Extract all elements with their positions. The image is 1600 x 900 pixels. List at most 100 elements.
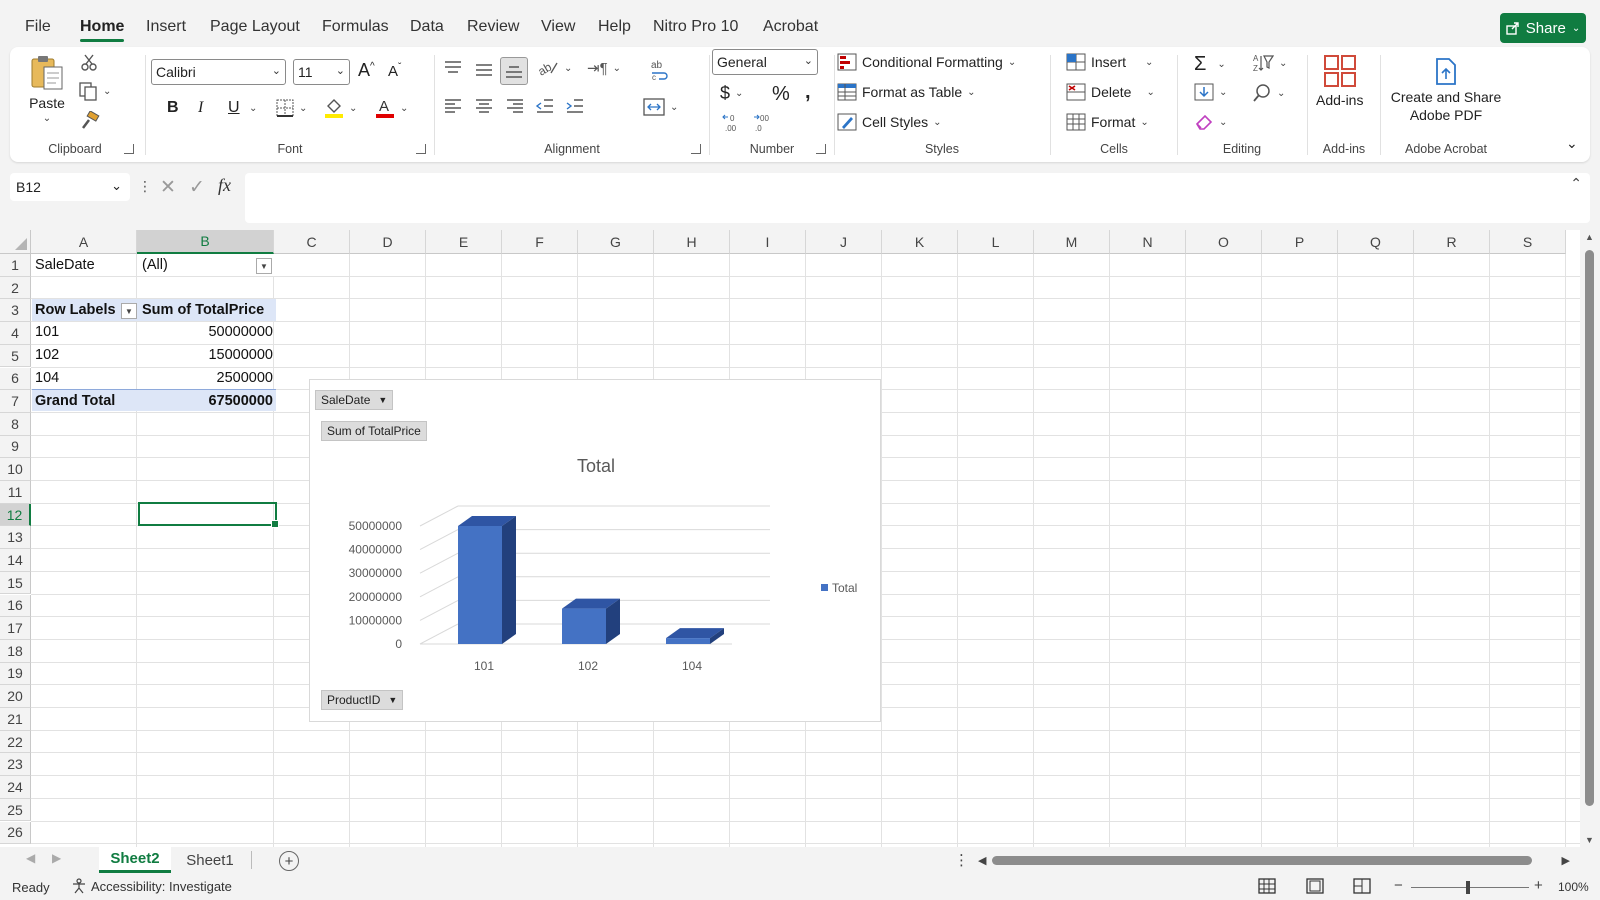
middle-align-button[interactable] — [474, 61, 494, 79]
row-header-10[interactable]: 10 — [0, 458, 31, 481]
column-header-s[interactable]: S — [1490, 230, 1566, 254]
decrease-indent-button[interactable] — [535, 98, 555, 114]
copy-button[interactable]: ⌄ — [78, 81, 111, 101]
cell-styles-button[interactable]: Cell Styles ⌄ — [837, 113, 942, 131]
sheet-tab-sheet2[interactable]: Sheet2 — [99, 847, 171, 873]
zoom-in-icon[interactable]: + — [1534, 877, 1543, 894]
row-header-4[interactable]: 4 — [0, 322, 31, 345]
row-header-19[interactable]: 19 — [0, 662, 31, 686]
insert-function-button[interactable]: fx — [218, 175, 231, 196]
zoom-slider-thumb[interactable] — [1466, 881, 1470, 894]
column-header-p[interactable]: P — [1262, 230, 1338, 254]
add-ins-button[interactable]: Add-ins — [1316, 53, 1363, 108]
insert-cells-button[interactable]: Insert ⌄ — [1066, 53, 1153, 71]
column-header-b[interactable]: B — [137, 230, 274, 254]
chevron-up-icon[interactable]: ⌃ — [1570, 175, 1582, 192]
tab-help[interactable]: Help — [598, 18, 631, 36]
tab-acrobat[interactable]: Acrobat — [763, 18, 818, 36]
row-header-2[interactable]: 2 — [0, 276, 31, 300]
alignment-dialog-launcher[interactable] — [691, 144, 701, 154]
pivot-row-label[interactable]: 101 — [32, 321, 139, 343]
confirm-entry-icon[interactable]: ✓ — [189, 176, 205, 199]
scroll-down-icon[interactable]: ▼ — [1585, 835, 1594, 845]
bottom-align-button[interactable] — [500, 57, 528, 85]
conditional-formatting-button[interactable]: Conditional Formatting ⌄ — [837, 53, 1016, 71]
column-header-g[interactable]: G — [578, 230, 654, 254]
row-header-21[interactable]: 21 — [0, 708, 31, 731]
row-header-12[interactable]: 12 — [0, 503, 31, 527]
column-header-r[interactable]: R — [1414, 230, 1490, 254]
row-header-15[interactable]: 15 — [0, 571, 31, 595]
align-center-button[interactable] — [474, 98, 494, 114]
row-header-14[interactable]: 14 — [0, 549, 31, 572]
formula-bar-grip-icon[interactable]: ⋮ — [138, 178, 152, 195]
format-cells-button[interactable]: Format ⌄ — [1066, 113, 1149, 131]
row-header-26[interactable]: 26 — [0, 821, 31, 845]
horizontal-scrollbar[interactable]: ◀ ▶ — [978, 854, 1570, 868]
scroll-left-icon[interactable]: ◀ — [978, 854, 986, 867]
wrap-text-button[interactable]: ab c — [649, 59, 671, 81]
row-header-7[interactable]: 7 — [0, 390, 31, 413]
font-dialog-launcher[interactable] — [416, 144, 426, 154]
row-header-9[interactable]: 9 — [0, 435, 31, 459]
share-button[interactable]: Share ⌄ — [1500, 13, 1586, 43]
row-header-8[interactable]: 8 — [0, 412, 31, 436]
merge-center-button[interactable]: ⌄ — [643, 98, 678, 116]
pivot-grand-total-value[interactable]: 67500000 — [139, 389, 276, 411]
tab-home[interactable]: Home — [80, 18, 125, 42]
autosum-button[interactable]: Σ ⌄ — [1194, 53, 1226, 76]
row-header-13[interactable]: 13 — [0, 526, 31, 550]
top-align-button[interactable] — [443, 59, 463, 77]
tab-split-grip-icon[interactable]: ⋮ — [954, 851, 969, 869]
tab-review[interactable]: Review — [467, 18, 519, 36]
font-color-button[interactable]: A ⌄ — [375, 97, 408, 119]
row-header-11[interactable]: 11 — [0, 481, 31, 504]
cut-button[interactable] — [80, 53, 98, 71]
pivot-chart[interactable]: SaleDate ▼ Sum of TotalPrice ProductID ▼… — [309, 379, 881, 722]
name-box[interactable]: B12 ⌄ — [10, 173, 130, 201]
paste-button[interactable]: Paste ⌄ — [28, 53, 66, 124]
underline-button[interactable]: U — [228, 99, 240, 117]
row-header-20[interactable]: 20 — [0, 685, 31, 708]
scroll-right-icon[interactable]: ▶ — [1562, 854, 1570, 867]
horizontal-scroll-thumb[interactable] — [992, 856, 1532, 865]
pivot-row-label[interactable]: 104 — [32, 367, 139, 389]
pivot-row-value[interactable]: 15000000 — [139, 344, 276, 366]
tab-nitro-pro[interactable]: Nitro Pro 10 — [653, 18, 738, 36]
delete-cells-button[interactable]: Delete ⌄ — [1066, 83, 1155, 101]
sort-filter-button[interactable]: A Z ⌄ — [1252, 53, 1287, 73]
format-painter-button[interactable] — [80, 111, 100, 131]
row-header-5[interactable]: 5 — [0, 344, 31, 368]
filter-dropdown-icon[interactable]: ▼ — [121, 303, 137, 319]
next-sheet-icon[interactable]: ▶ — [52, 851, 61, 865]
row-header-1[interactable]: 1 — [0, 254, 31, 277]
pivot-filter-field[interactable]: SaleDate — [32, 254, 139, 276]
tab-view[interactable]: View — [541, 18, 575, 36]
row-header-23[interactable]: 23 — [0, 753, 31, 777]
pivot-value-header[interactable]: Sum of TotalPrice — [139, 299, 276, 321]
row-header-25[interactable]: 25 — [0, 798, 31, 822]
align-right-button[interactable] — [505, 98, 525, 114]
sheet-tab-sheet1[interactable]: Sheet1 — [172, 847, 248, 873]
tab-file[interactable]: File — [25, 18, 51, 36]
font-name-select[interactable]: Calibri ⌄ — [151, 59, 286, 85]
tab-data[interactable]: Data — [410, 18, 444, 36]
bold-button[interactable]: B — [167, 99, 179, 117]
clear-button[interactable]: ⌄ — [1194, 113, 1227, 131]
currency-button[interactable]: $ ⌄ — [720, 83, 743, 104]
pivot-row-value[interactable]: 2500000 — [139, 367, 276, 389]
format-as-table-button[interactable]: Format as Table ⌄ — [837, 83, 976, 101]
clipboard-dialog-launcher[interactable] — [124, 144, 134, 154]
active-cell-b12[interactable] — [138, 502, 279, 528]
column-header-d[interactable]: D — [350, 230, 426, 254]
row-header-24[interactable]: 24 — [0, 776, 31, 799]
cancel-entry-icon[interactable]: ✕ — [160, 176, 176, 199]
font-size-select[interactable]: 11 ⌄ — [293, 59, 350, 85]
percent-button[interactable]: % — [772, 83, 790, 106]
zoom-level[interactable]: 100% — [1558, 880, 1589, 894]
row-header-16[interactable]: 16 — [0, 594, 31, 618]
find-select-button[interactable]: ⌄ — [1252, 83, 1285, 103]
orientation-button[interactable]: ab ⌄ — [537, 59, 572, 77]
column-header-i[interactable]: I — [730, 230, 806, 254]
fill-color-button[interactable]: ⌄ — [324, 97, 357, 119]
